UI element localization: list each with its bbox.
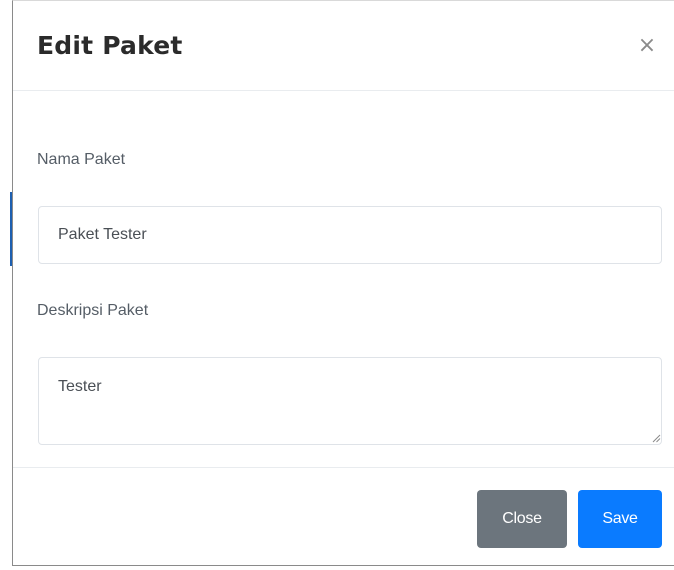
- modal-title: Edit Paket: [37, 31, 183, 60]
- close-button[interactable]: Close: [477, 490, 567, 548]
- modal-header: Edit Paket ×: [13, 1, 674, 91]
- deskripsi-paket-label: Deskripsi Paket: [37, 302, 149, 319]
- close-icon[interactable]: ×: [633, 31, 661, 59]
- save-button[interactable]: Save: [578, 490, 662, 548]
- deskripsi-paket-textarea[interactable]: Tester: [38, 357, 662, 445]
- page-backdrop: [0, 0, 12, 570]
- nama-paket-label: Nama Paket: [37, 151, 126, 168]
- edit-paket-modal: Edit Paket × Nama Paket Deskripsi Paket …: [12, 0, 674, 566]
- modal-footer: Close Save: [13, 467, 674, 567]
- nama-paket-input[interactable]: [38, 206, 662, 264]
